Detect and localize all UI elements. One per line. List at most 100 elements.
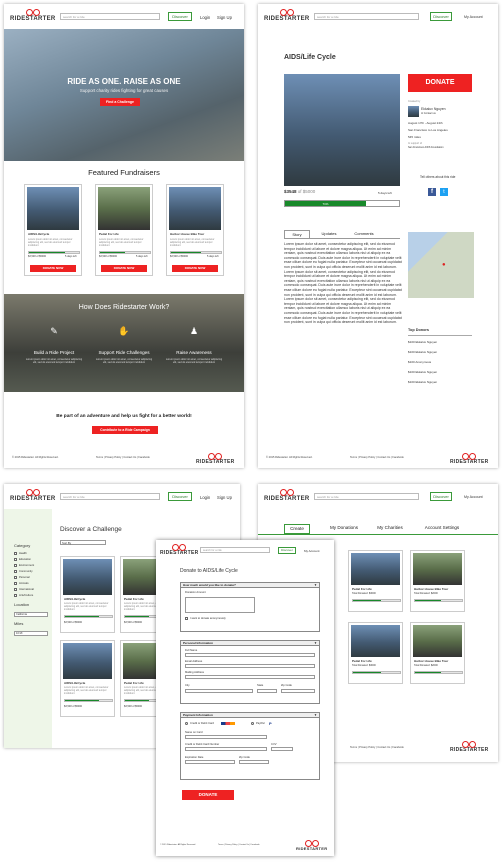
category-checkbox[interactable] (14, 576, 17, 579)
login-link[interactable]: Login (200, 15, 210, 20)
my-account-link[interactable]: My Account (304, 549, 320, 553)
discover-button[interactable]: Discover (430, 492, 452, 501)
tab-comments[interactable]: Comments (346, 230, 382, 238)
logo[interactable]: RIDESTARTER (264, 488, 310, 502)
fundraiser-card[interactable]: Harbor House Bike Tour Lorem ipsum dolor… (166, 184, 224, 276)
category-checkbox[interactable] (14, 582, 17, 585)
tab-account-settings[interactable]: Account Settings (416, 524, 468, 532)
search-input[interactable]: search for a ride (60, 493, 160, 500)
charity-card[interactable]: Pedal For Life Total Donated: $3000 (348, 622, 403, 684)
category-checkbox[interactable] (14, 570, 17, 573)
search-input[interactable]: search for a ride (314, 493, 419, 500)
sort-select[interactable]: Sort By (60, 540, 106, 545)
contact-link[interactable]: ✉ Contact us (421, 112, 436, 116)
card-photo (351, 553, 400, 585)
zip-input[interactable] (281, 689, 315, 693)
fundraiser-card[interactable]: Pedal For Life Lorem ipsum dolor sit ame… (95, 184, 153, 276)
payment-header[interactable]: Payment Information ▼ (181, 713, 319, 718)
tab-my-charities[interactable]: My Charities (370, 524, 410, 532)
category-checkbox[interactable] (14, 588, 17, 591)
discover-button[interactable]: Discover (430, 12, 452, 21)
cvv-input[interactable] (271, 747, 293, 751)
amount-input[interactable] (185, 597, 255, 613)
logo[interactable]: RIDESTARTER (10, 488, 56, 502)
mailing-input[interactable] (185, 675, 315, 679)
donate-now-button[interactable]: DONATE NOW (30, 265, 76, 272)
bike-logo-icon (462, 452, 477, 460)
credit-radio[interactable] (185, 722, 188, 725)
category-checkbox[interactable] (14, 594, 17, 597)
copyright: © 2015 Ridestarter. All Rights Reserved. (266, 456, 313, 459)
category-label: Community (19, 570, 33, 573)
logo[interactable]: RIDESTARTER (264, 8, 310, 22)
facebook-icon[interactable]: f (428, 188, 436, 196)
state-input[interactable] (257, 689, 277, 693)
signup-link[interactable]: Sign Up (217, 15, 232, 20)
my-account-link[interactable]: My Account (464, 495, 483, 499)
zip-label: Zip Code (281, 684, 292, 687)
card-number-input[interactable] (185, 747, 267, 751)
footer-links[interactable]: Terms | Privacy Policy | Contact Us | Fa… (218, 844, 259, 846)
fullname-input[interactable] (185, 653, 315, 657)
contribute-button[interactable]: Contribute to a Ride Campaign (92, 426, 158, 434)
personal-section: Personal Information ▼ Full Name Email Ad… (180, 640, 320, 704)
challenge-card[interactable]: AIDS/LifeCycle Lorem ipsum dolor sit amet… (60, 556, 115, 633)
tab-updates[interactable]: Updates (314, 230, 344, 238)
donate-now-button[interactable]: DONATE NOW (101, 265, 147, 272)
zip2-input[interactable] (239, 760, 269, 764)
paypal-radio[interactable] (251, 722, 254, 725)
discover-button[interactable]: Discover (168, 492, 192, 501)
hero-banner: RIDE AS ONE. RAISE AS ONE Support charit… (4, 29, 244, 161)
card-number-label: Credit or Debit Card Number (185, 743, 220, 746)
tab-my-donations[interactable]: My Donations (324, 524, 364, 532)
location-select[interactable]: California (14, 612, 48, 617)
donate-button[interactable]: DONATE (408, 74, 472, 92)
category-label: Health (19, 552, 27, 555)
charity-card[interactable]: Harbor House Bike Tour Total Donated: $20… (410, 622, 465, 684)
email-input[interactable] (185, 664, 315, 668)
search-input[interactable]: search for a ride (200, 547, 270, 553)
donate-now-button[interactable]: DONATE NOW (172, 265, 218, 272)
anonymous-checkbox[interactable] (185, 617, 188, 620)
discover-button[interactable]: Discover (278, 547, 296, 554)
footer-links[interactable]: Terms | Privacy Policy | Contact Us | Fa… (350, 746, 404, 749)
card-meta: $3,548 of $5000 (124, 621, 143, 624)
discover-button[interactable]: Discover (168, 12, 192, 21)
expiration-input[interactable] (185, 760, 235, 764)
creator-name[interactable]: Ekkalux Nguyen (421, 107, 446, 111)
amount-header[interactable]: How much would you like to donate? ▼ (181, 583, 319, 588)
tab-create[interactable]: Create (284, 524, 310, 534)
login-link[interactable]: Login (200, 495, 210, 500)
category-checkbox[interactable] (14, 552, 17, 555)
find-challenge-button[interactable]: Find a Challenge (100, 98, 140, 106)
card-desc: Lorem ipsum dolor sit amet, consectetur … (170, 238, 215, 247)
category-checkbox[interactable] (14, 558, 17, 561)
personal-header[interactable]: Personal Information ▼ (181, 641, 319, 646)
paypal-label: PayPal (256, 722, 265, 725)
charity-card[interactable]: Harbor House Bike Tour Total Donated: $20… (410, 550, 465, 612)
footer-links[interactable]: Terms | Privacy Policy | Contact Us | Fa… (350, 456, 404, 459)
donor-item: $100 Ekkalux Nguyen (408, 370, 438, 374)
step-text: Lorem ipsum dolor sit amet, consectetur … (165, 358, 223, 364)
search-input[interactable]: search for a ride (60, 13, 160, 20)
city-input[interactable] (185, 689, 253, 693)
twitter-icon[interactable]: t (440, 188, 448, 196)
logo[interactable]: RIDESTARTER (10, 8, 56, 22)
route-map[interactable]: ● (408, 232, 474, 298)
footer-links[interactable]: Terms | Privacy Policy | Contact Us | Fa… (96, 456, 150, 459)
miles-select[interactable]: 10 Mi (14, 631, 48, 636)
search-input[interactable]: search for a ride (314, 13, 419, 20)
challenge-card[interactable]: AIDS/LifeCycle Lorem ipsum dolor sit amet… (60, 640, 115, 717)
name-on-card-input[interactable] (185, 735, 267, 739)
fundraiser-card[interactable]: AIDS/LifeCycle Lorem ipsum dolor sit ame… (24, 184, 82, 276)
category-checkbox[interactable] (14, 564, 17, 567)
card-desc: Lorem ipsum dolor sit amet, consectetur … (99, 238, 144, 247)
signup-link[interactable]: Sign Up (217, 495, 232, 500)
charity-card[interactable]: Pedal For Life Total Donated: $3000 (348, 550, 403, 612)
card-meta: $3,548 of $5000 (99, 255, 118, 258)
bike-logo-icon (462, 740, 477, 748)
donate-submit-button[interactable]: DONATE (182, 790, 234, 800)
logo[interactable]: RIDESTARTER (160, 543, 199, 556)
step-title: Build a Ride Project (33, 350, 75, 355)
my-account-link[interactable]: My Account (464, 15, 483, 19)
